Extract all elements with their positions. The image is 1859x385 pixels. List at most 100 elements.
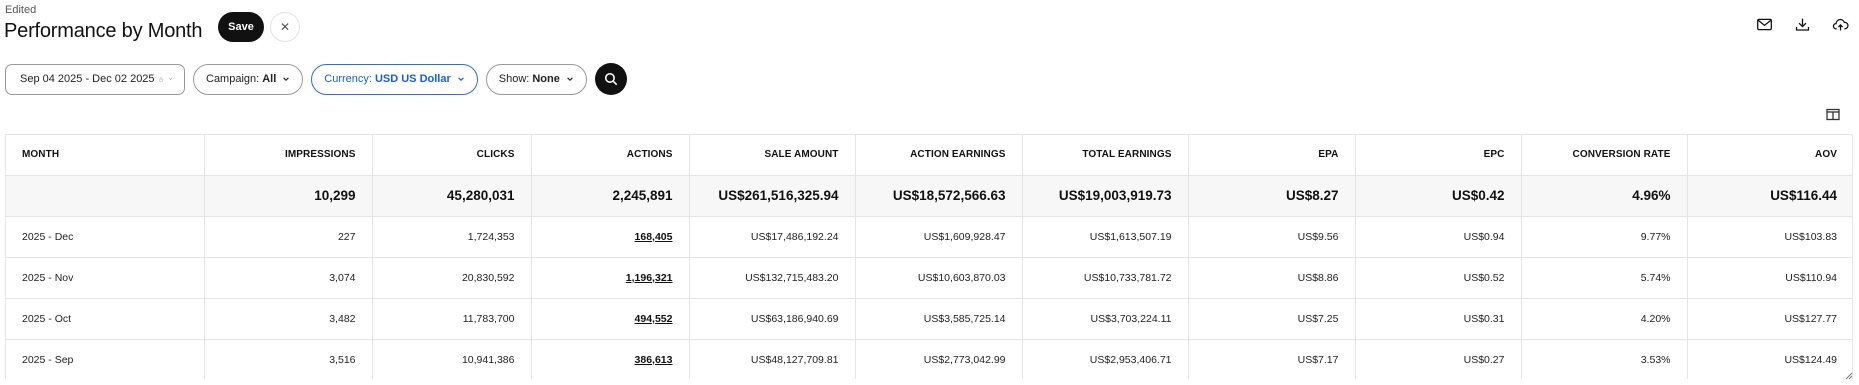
performance-table: Month Impressions Clicks Actions Sale Am… [5, 134, 1853, 379]
campaign-filter[interactable]: Campaign: All [193, 63, 304, 95]
month-cell: 2025 - Nov [6, 257, 205, 299]
table-cell: US$103.83 [1687, 216, 1852, 258]
totals-cell: US$261,516,325.94 [689, 175, 856, 217]
table-cell: US$7.17 [1188, 339, 1356, 379]
chevron-down-icon [283, 77, 290, 81]
table-cell: 4.20% [1521, 298, 1688, 340]
column-header-total-earnings[interactable]: Total Earnings [1022, 135, 1189, 176]
totals-row: 10,299 45,280,031 2,245,891 US$261,516,3… [6, 175, 1852, 217]
totals-cell: 4.96% [1521, 175, 1688, 217]
page-title: Performance by Month [4, 20, 203, 42]
month-cell: 2025 - Sep [6, 339, 205, 379]
close-icon: ✕ [279, 20, 291, 34]
totals-cell: 10,299 [204, 175, 373, 217]
show-filter-label: Show: [498, 73, 530, 85]
table-row: 2025 - Nov 3,074 20,830,592 1,196,321 US… [6, 257, 1852, 299]
resize-handle-icon[interactable] [1843, 370, 1853, 380]
currency-filter-value: USD US Dollar [374, 73, 451, 85]
table-cell: 3.53% [1521, 339, 1688, 379]
column-header-aov[interactable]: AOV [1687, 135, 1852, 176]
filter-bar: Sep 04 2025 - Dec 02 2025 Campaign: All … [5, 63, 627, 95]
table-cell: 9.77% [1521, 216, 1688, 258]
mail-icon[interactable] [1745, 12, 1783, 36]
chevron-down-icon [169, 78, 172, 80]
totals-cell: US$18,572,566.63 [855, 175, 1023, 217]
table-cell: 3,482 [204, 298, 373, 340]
chevron-down-icon [457, 77, 464, 81]
table-cell: US$132,715,483.20 [689, 257, 856, 299]
table-cell: US$9.56 [1188, 216, 1356, 258]
actions-cell: 494,552 [531, 298, 690, 340]
column-header-sale-amount[interactable]: Sale Amount [689, 135, 856, 176]
totals-cell: 45,280,031 [372, 175, 532, 217]
table-cell: 227 [204, 216, 373, 258]
column-header-action-earnings[interactable]: Action Earnings [855, 135, 1023, 176]
edited-status: Edited [5, 4, 37, 16]
table-row: 2025 - Oct 3,482 11,783,700 494,552 US$6… [6, 298, 1852, 340]
column-header-epc[interactable]: EPC [1355, 135, 1522, 176]
actions-cell: 386,613 [531, 339, 690, 379]
date-range-picker[interactable]: Sep 04 2025 - Dec 02 2025 [5, 63, 185, 95]
table-cell: US$3,703,224.11 [1022, 298, 1189, 340]
table-cell: 5.74% [1521, 257, 1688, 299]
table-cell: US$1,613,507.19 [1022, 216, 1189, 258]
table-cell: US$3,585,725.14 [855, 298, 1023, 340]
totals-cell: US$8.27 [1188, 175, 1356, 217]
table-cell: 1,724,353 [372, 216, 532, 258]
currency-filter[interactable]: Currency: USD US Dollar [311, 63, 478, 95]
cloud-upload-icon[interactable] [1821, 12, 1859, 36]
table-cell: US$8.86 [1188, 257, 1356, 299]
table-cell: US$0.31 [1355, 298, 1522, 340]
show-filter-value: None [532, 73, 560, 85]
table-row: 2025 - Sep 3,516 10,941,386 386,613 US$4… [6, 339, 1852, 379]
table-cell: US$0.94 [1355, 216, 1522, 258]
table-cell: US$48,127,709.81 [689, 339, 856, 379]
show-filter[interactable]: Show: None [485, 63, 587, 95]
search-button[interactable] [594, 63, 627, 95]
search-icon [604, 72, 618, 86]
table-header-row: Month Impressions Clicks Actions Sale Am… [6, 135, 1852, 176]
column-header-clicks[interactable]: Clicks [372, 135, 532, 176]
lock-icon [158, 76, 163, 82]
save-button[interactable]: Save [218, 12, 264, 42]
totals-cell: US$0.42 [1355, 175, 1522, 217]
download-icon[interactable] [1783, 12, 1821, 36]
table-cell: 3,074 [204, 257, 373, 299]
actions-cell: 168,405 [531, 216, 690, 258]
campaign-filter-label: Campaign: [206, 73, 260, 85]
table-cell: US$17,486,192.24 [689, 216, 856, 258]
table-row: 2025 - Dec 227 1,724,353 168,405 US$17,4… [6, 216, 1852, 258]
month-cell: 2025 - Dec [6, 216, 205, 258]
actions-cell: 1,196,321 [531, 257, 690, 299]
table-cell: US$2,773,042.99 [855, 339, 1023, 379]
totals-cell: 2,245,891 [531, 175, 690, 217]
totals-cell: US$116.44 [1687, 175, 1852, 217]
actions-link[interactable]: 168,405 [635, 231, 673, 243]
column-header-actions[interactable]: Actions [531, 135, 690, 176]
date-range-value: Sep 04 2025 - Dec 02 2025 [20, 73, 155, 85]
campaign-filter-value: All [262, 73, 277, 85]
month-cell: 2025 - Oct [6, 298, 205, 340]
actions-link[interactable]: 1,196,321 [626, 272, 673, 284]
column-header-epa[interactable]: EPA [1188, 135, 1356, 176]
actions-link[interactable]: 386,613 [635, 354, 673, 366]
top-toolbar [1745, 12, 1859, 36]
table-cell: US$0.27 [1355, 339, 1522, 379]
column-header-conversion-rate[interactable]: Conversion Rate [1521, 135, 1688, 176]
table-cell: US$110.94 [1687, 257, 1852, 299]
columns-icon[interactable] [1826, 108, 1840, 121]
actions-link[interactable]: 494,552 [635, 313, 673, 325]
totals-cell [6, 175, 205, 217]
close-button[interactable]: ✕ [270, 12, 300, 42]
column-header-impressions[interactable]: Impressions [204, 135, 373, 176]
totals-cell: US$19,003,919.73 [1022, 175, 1189, 217]
table-cell: US$124.49 [1687, 339, 1852, 379]
column-header-month[interactable]: Month [6, 135, 205, 176]
table-cell: US$10,603,870.03 [855, 257, 1023, 299]
table-cell: 10,941,386 [372, 339, 532, 379]
table-cell: US$127.77 [1687, 298, 1852, 340]
chevron-down-icon [567, 77, 573, 81]
table-cell: US$2,953,406.71 [1022, 339, 1189, 379]
table-cell: 11,783,700 [372, 298, 532, 340]
table-cell: US$7.25 [1188, 298, 1356, 340]
